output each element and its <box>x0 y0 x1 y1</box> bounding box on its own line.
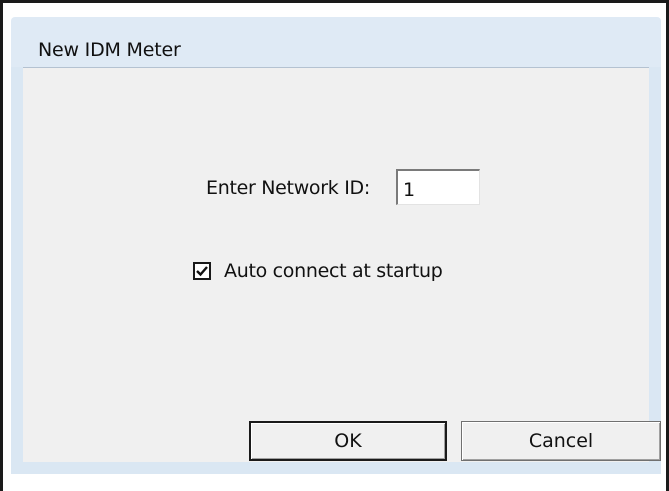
window-frame-right <box>649 67 661 467</box>
checkmark-icon <box>196 266 208 277</box>
auto-connect-label[interactable]: Auto connect at startup <box>224 260 443 282</box>
network-id-input[interactable] <box>396 169 480 205</box>
title-bar[interactable]: New IDM Meter <box>11 17 661 67</box>
auto-connect-checkbox[interactable] <box>193 262 211 280</box>
dialog-window: New IDM Meter Enter Network ID: Auto con… <box>0 0 669 491</box>
dialog-client-area: Enter Network ID: Auto connect at startu… <box>23 67 661 463</box>
ok-button[interactable]: OK <box>249 421 447 461</box>
window-frame-left <box>11 67 23 467</box>
window-frame-bottom <box>11 462 661 474</box>
cancel-button[interactable]: Cancel <box>461 421 661 461</box>
network-id-label: Enter Network ID: <box>206 177 370 199</box>
